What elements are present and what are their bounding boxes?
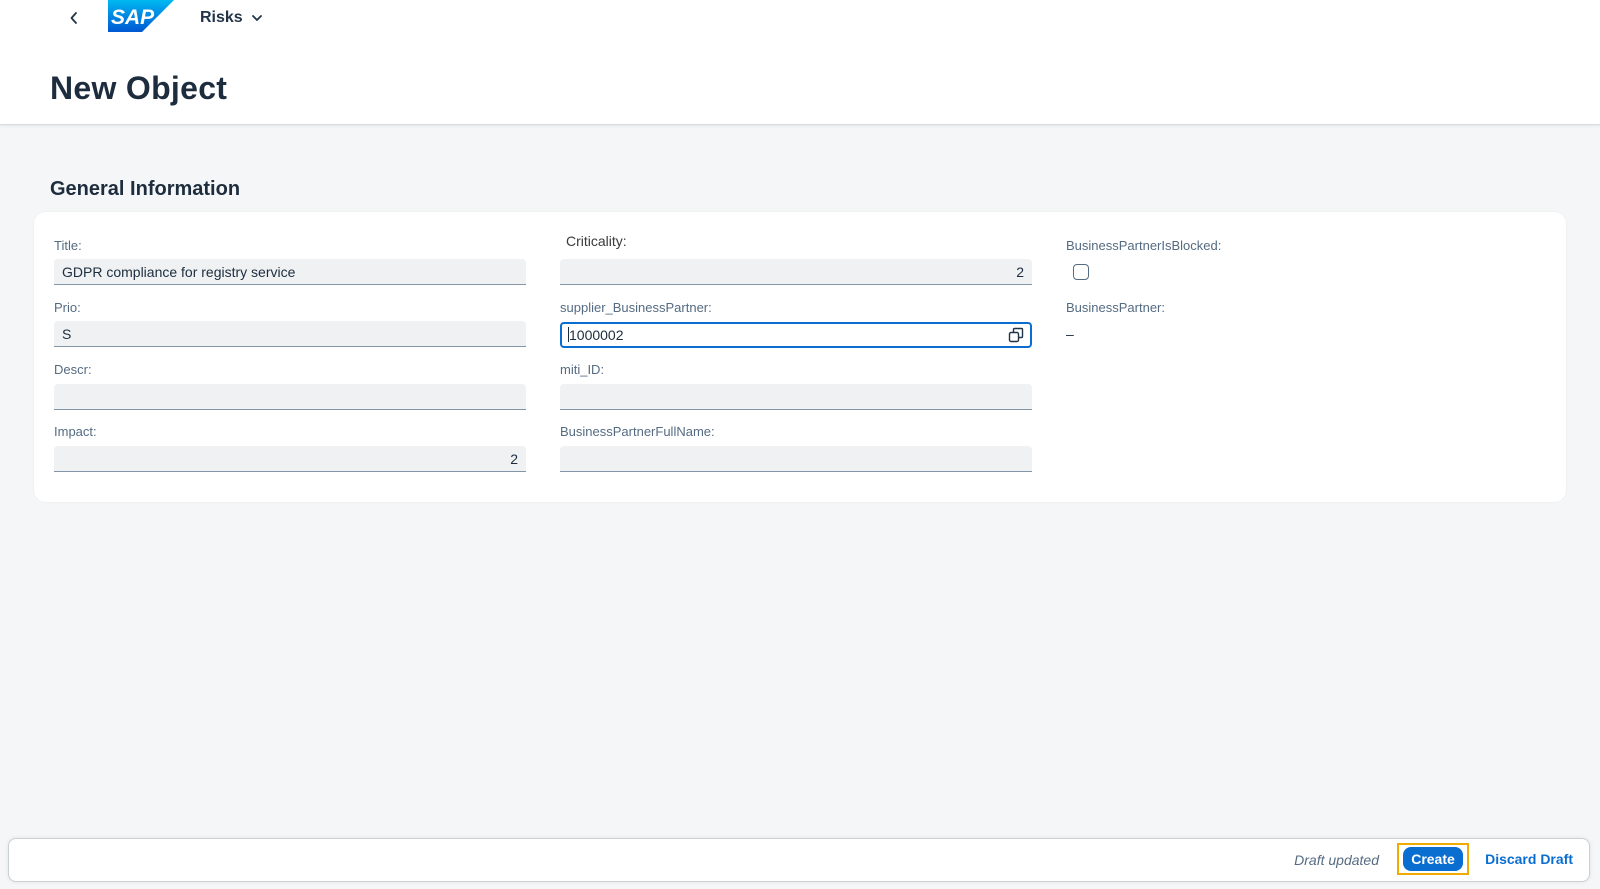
- supplier-business-partner-value: 1000002: [569, 327, 624, 343]
- criticality-label: Criticality:: [566, 233, 627, 249]
- business-partner-full-name-input[interactable]: [560, 446, 1032, 472]
- business-partner-is-blocked-checkbox[interactable]: [1073, 264, 1089, 280]
- impact-input[interactable]: 2: [54, 446, 526, 472]
- business-partner-value: –: [1066, 326, 1074, 342]
- miti-id-label: miti_ID:: [560, 362, 605, 377]
- business-partner-label: BusinessPartner:: [1066, 300, 1165, 315]
- descr-input[interactable]: [54, 384, 526, 410]
- impact-label: Impact:: [54, 424, 97, 439]
- title-input[interactable]: GDPR compliance for registry service: [54, 259, 526, 285]
- create-button-highlight: Create: [1397, 843, 1469, 875]
- section-title: General Information: [50, 178, 241, 200]
- criticality-input[interactable]: 2: [560, 259, 1032, 285]
- business-partner-full-name-label: BusinessPartnerFullName:: [560, 424, 715, 439]
- shell-header: SAP Risks New Object: [0, 0, 1600, 125]
- footer-toolbar: Draft updated Create Discard Draft: [8, 838, 1590, 882]
- logo-text: SAP: [111, 6, 155, 29]
- prio-label: Prio:: [54, 300, 81, 315]
- chevron-down-icon: [251, 15, 262, 21]
- supplier-business-partner-label: supplier_BusinessPartner:: [560, 300, 712, 315]
- supplier-business-partner-input[interactable]: 1000002: [560, 322, 1032, 348]
- business-partner-is-blocked-label: BusinessPartnerIsBlocked:: [1066, 238, 1222, 253]
- title-label: Title:: [54, 238, 82, 253]
- miti-id-input[interactable]: [560, 384, 1032, 410]
- app-title-text: Risks: [200, 9, 243, 26]
- app-title-menu[interactable]: Risks: [200, 6, 263, 30]
- value-help-icon[interactable]: [1008, 327, 1024, 343]
- back-button[interactable]: [60, 4, 88, 32]
- descr-label: Descr:: [54, 362, 92, 377]
- prio-input[interactable]: S: [54, 321, 526, 347]
- draft-status: Draft updated: [1294, 852, 1379, 868]
- discard-draft-button[interactable]: Discard Draft: [1485, 851, 1573, 867]
- page-title: New Object: [50, 70, 228, 106]
- chevron-left-icon: [70, 12, 77, 24]
- sap-logo[interactable]: SAP: [108, 0, 174, 32]
- create-button[interactable]: Create: [1403, 847, 1463, 871]
